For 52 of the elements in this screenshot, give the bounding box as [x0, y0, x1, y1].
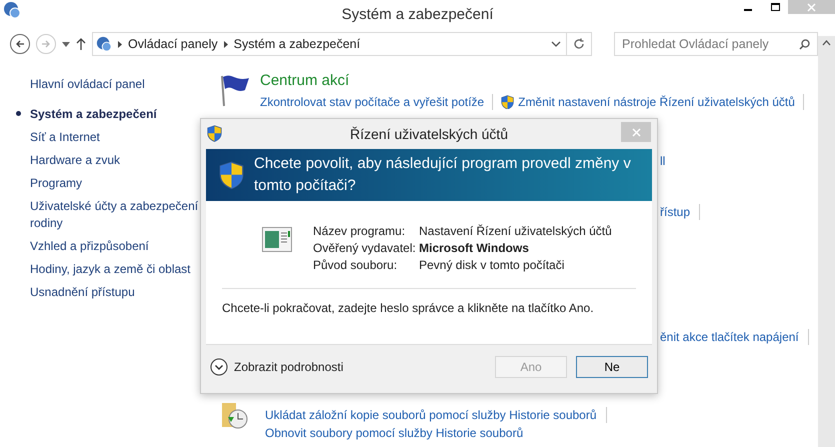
field-value: Pevný disk v tomto počítači: [419, 257, 564, 274]
field-label: Ověřený vydavatel:: [313, 240, 417, 257]
chevron-icon: [224, 40, 228, 48]
back-icon[interactable]: [10, 34, 30, 54]
shield-icon: [207, 125, 222, 143]
sidebar-item[interactable]: Hardware a zvuk: [30, 152, 120, 169]
address-bar[interactable]: Ovládací panely Systém a zabezpečení: [92, 32, 592, 56]
link[interactable]: Ukládat záložní kopie souborů pomocí služby Historie souborů: [265, 406, 597, 424]
dropdown-icon[interactable]: [551, 41, 561, 47]
link[interactable]: řístup: [660, 203, 690, 221]
link[interactable]: ll: [660, 152, 666, 170]
sidebar-item[interactable]: Uživatelské účty a zabezpečení rodiny: [30, 198, 200, 232]
chevron-down-icon: [210, 358, 228, 376]
refresh-icon[interactable]: [573, 38, 585, 50]
sidebar-item[interactable]: Vzhled a přizpůsobení: [30, 238, 149, 255]
bullet-icon: [16, 111, 21, 116]
dialog-button[interactable]: Ne: [576, 356, 648, 378]
sidebar-item[interactable]: Usnadnění přístupu: [30, 284, 135, 301]
folder-clock-icon: [220, 401, 250, 431]
sidebar-item[interactable]: Síť a Internet: [30, 129, 100, 146]
section-title[interactable]: Centrum akcí: [260, 72, 812, 90]
control-panel-icon: [96, 36, 112, 52]
sidebar-item[interactable]: Hodiny, jazyk a země či oblast: [30, 261, 191, 278]
shield-icon: [501, 94, 514, 110]
close-icon: [632, 128, 640, 136]
search-icon: [799, 38, 810, 50]
sidebar-item[interactable]: Hlavní ovládací panel: [30, 76, 145, 93]
field-label: Název programu:: [313, 223, 406, 240]
window-title: Systém a zabezpečení: [342, 4, 494, 25]
dialog-heading: Chcete povolit, aby následující program provedl změny v tomto počítači?: [254, 154, 632, 196]
scrollbar[interactable]: [818, 36, 835, 447]
search-field[interactable]: Prohledat Ovládací panely: [614, 32, 818, 56]
link[interactable]: Změnit nastavení nástroje Řízení uživatelských účtů: [518, 93, 795, 111]
details-toggle[interactable]: Zobrazit podrobnosti: [210, 358, 344, 376]
dropdown-icon[interactable]: [62, 42, 70, 46]
field-value: Microsoft Windows: [419, 240, 529, 257]
field-label: Původ souboru:: [313, 257, 398, 274]
breadcrumb-item[interactable]: Ovládací panely: [128, 34, 218, 54]
program-window-icon: [262, 227, 292, 252]
scroll-up-icon[interactable]: [822, 40, 831, 46]
sidebar-item[interactable]: Systém a zabezpečení: [30, 106, 157, 123]
breadcrumb-item[interactable]: Systém a zabezpečení: [234, 34, 360, 54]
link[interactable]: Zkontrolovat stav počítače a vyřešit potíže: [260, 93, 484, 111]
dialog-title: Řízení uživatelských účtů: [350, 124, 508, 144]
dialog-message: Chcete-li pokračovat, zadejte heslo správce a klikněte na tlačítko Ano.: [222, 300, 595, 317]
sidebar-item[interactable]: Programy: [30, 175, 82, 192]
link[interactable]: ěnit akce tlačítek napájení: [660, 328, 799, 346]
link[interactable]: Obnovit soubory pomocí služby Historie souborů: [265, 424, 524, 442]
up-arrow-icon[interactable]: [76, 38, 86, 50]
field-value: Nastavení Řízení uživatelských účtů: [419, 223, 612, 240]
shield-icon: [219, 160, 244, 190]
chevron-icon: [118, 40, 122, 48]
